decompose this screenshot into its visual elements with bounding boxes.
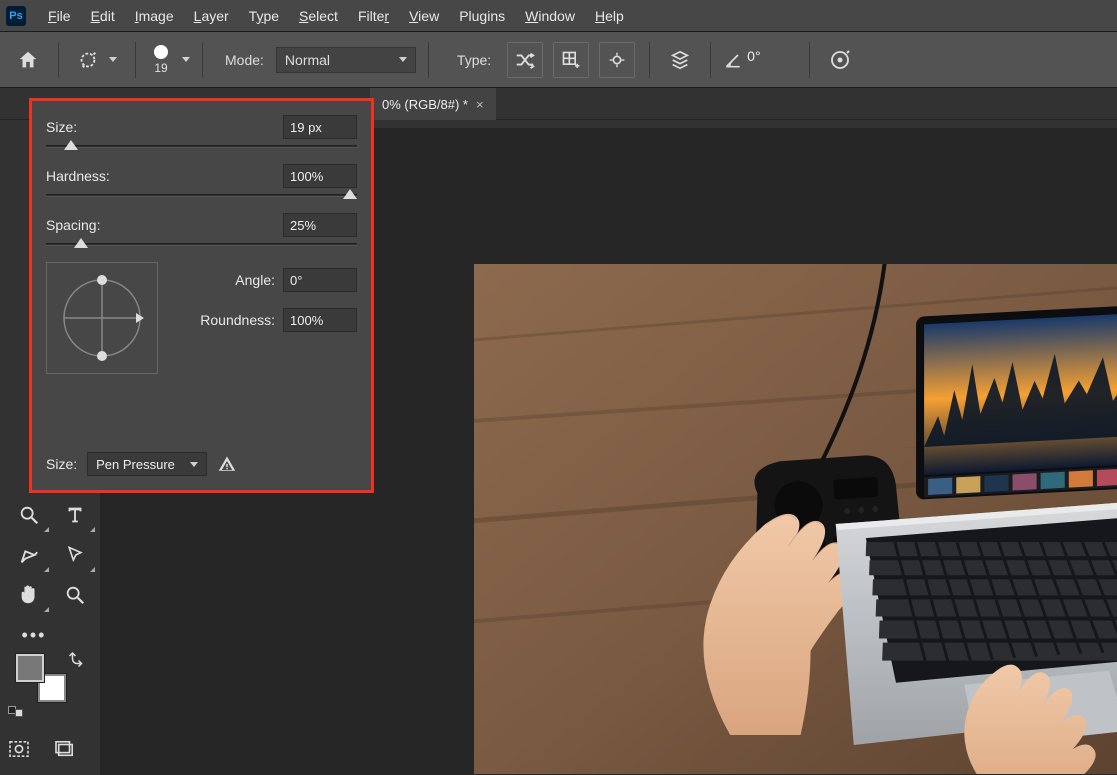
home-button[interactable] [10, 42, 46, 78]
roundness-input[interactable]: 100% [283, 308, 357, 332]
grid-plus-icon [561, 50, 581, 70]
hand-icon [18, 584, 40, 606]
size-dynamics-dropdown[interactable]: Pen Pressure [87, 452, 207, 476]
menu-filter[interactable]: Filter [348, 8, 399, 24]
slider-thumb[interactable] [64, 140, 78, 150]
roundness-label: Roundness: [200, 312, 275, 328]
close-icon[interactable]: × [476, 97, 484, 112]
mode-label: Mode: [225, 52, 264, 68]
size-dynamics-label: Size: [46, 456, 77, 472]
mode-value: Normal [285, 52, 330, 68]
angle-input[interactable]: 0° [283, 268, 357, 292]
type-contentaware-button[interactable] [507, 42, 543, 78]
pen-icon [18, 544, 40, 566]
hardness-label: Hardness: [46, 168, 110, 184]
menu-type[interactable]: Type [239, 8, 289, 24]
slider-thumb[interactable] [74, 238, 88, 248]
menu-file[interactable]: File [38, 8, 81, 24]
brush-settings-panel: Size: 19 px Hardness: 100% Spacing: 25% [29, 98, 374, 493]
divider [58, 42, 59, 78]
brush-tool-preset[interactable] [71, 47, 123, 73]
menu-select[interactable]: Select [289, 8, 348, 24]
menu-bar: Ps File Edit Image Layer Type Select Fil… [0, 0, 1117, 32]
quickmask-icon[interactable] [8, 740, 30, 758]
chevron-down-icon [190, 462, 198, 467]
type-label: Type: [457, 52, 491, 68]
options-bar: 19 Mode: Normal Type: 0° [0, 32, 1117, 88]
divider [135, 42, 136, 78]
shuffle-icon [514, 49, 536, 71]
hardness-slider[interactable] [46, 194, 357, 197]
pressure-size-button[interactable] [822, 42, 858, 78]
default-colors-icon[interactable] [8, 706, 27, 714]
spacing-input[interactable]: 25% [283, 213, 357, 237]
target-brush-icon [828, 48, 852, 72]
angle-value[interactable]: 0° [747, 48, 797, 72]
brush-preview-dot [154, 45, 168, 59]
chevron-down-icon[interactable] [182, 57, 190, 62]
document-tab[interactable]: 0% (RGB/8#) * × [370, 88, 496, 120]
hardness-input[interactable]: 100% [283, 164, 357, 188]
size-input[interactable]: 19 px [283, 115, 357, 139]
type-proximity-button[interactable] [599, 42, 635, 78]
divider [202, 42, 203, 78]
hand-tool[interactable] [6, 575, 52, 615]
divider [809, 42, 810, 78]
footer-mode-icons [8, 740, 76, 758]
slider-thumb[interactable] [343, 189, 357, 199]
menu-layer[interactable]: Layer [184, 8, 239, 24]
menu-plugins[interactable]: Plugins [449, 8, 515, 24]
spacing-label: Spacing: [46, 217, 100, 233]
menu-window[interactable]: Window [515, 8, 585, 24]
menu-image[interactable]: Image [125, 8, 184, 24]
angle-label: Angle: [235, 272, 275, 288]
magnifier-icon [18, 504, 40, 526]
swap-colors-icon[interactable] [68, 650, 86, 668]
angle-icon [723, 50, 743, 70]
magnifier-icon [64, 584, 86, 606]
app-logo: Ps [6, 6, 26, 26]
menu-view[interactable]: View [399, 8, 449, 24]
warning-icon [217, 455, 237, 473]
type-createtexture-button[interactable] [553, 42, 589, 78]
sample-all-layers-button[interactable] [662, 42, 698, 78]
zoom-tool[interactable] [6, 495, 52, 535]
healing-brush-icon [77, 49, 99, 71]
color-swatch-group [12, 648, 90, 708]
angle-roundness-wheel[interactable] [46, 262, 158, 374]
menu-edit[interactable]: Edit [81, 8, 125, 24]
path-select-tool[interactable] [52, 535, 98, 575]
foreground-color-swatch[interactable] [16, 654, 44, 682]
size-slider[interactable] [46, 145, 357, 148]
divider [649, 42, 650, 78]
photo-content [474, 264, 1117, 774]
target-icon [606, 49, 628, 71]
spacing-slider[interactable] [46, 243, 357, 246]
divider [710, 42, 711, 78]
document-image[interactable] [474, 264, 1117, 774]
screenmode-icon[interactable] [54, 740, 76, 758]
chevron-down-icon [399, 57, 407, 62]
type-tool[interactable] [52, 495, 98, 535]
toolbox: ••• [6, 495, 100, 655]
type-icon [64, 504, 86, 526]
layers-icon [669, 49, 691, 71]
pen-tool[interactable] [6, 535, 52, 575]
menu-help[interactable]: Help [585, 8, 634, 24]
cursor-icon [65, 544, 85, 566]
zoom-tool-2[interactable] [52, 575, 98, 615]
brush-size-number: 19 [154, 61, 167, 75]
size-label: Size: [46, 119, 77, 135]
brush-angle-control[interactable]: 0° [723, 48, 797, 72]
brush-size-preset[interactable]: 19 [148, 43, 174, 77]
home-icon [17, 49, 39, 71]
chevron-down-icon [109, 57, 117, 62]
angle-wheel-graphic [54, 270, 150, 366]
document-title: 0% (RGB/8#) * [382, 97, 468, 112]
mode-dropdown[interactable]: Normal [276, 47, 416, 73]
divider [428, 42, 429, 78]
